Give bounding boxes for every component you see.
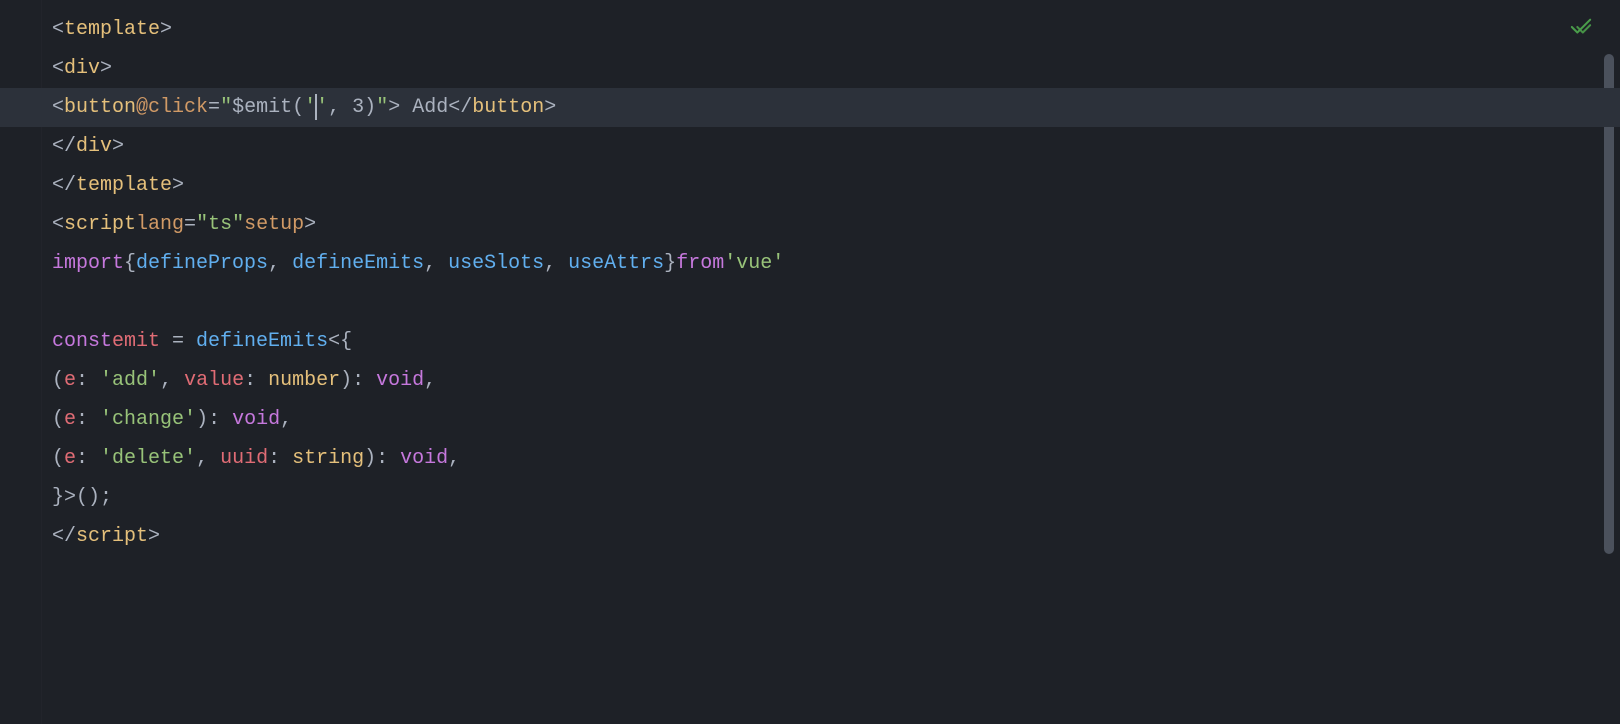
code-area[interactable]: <template> <div> <button @click="$emit('… bbox=[52, 10, 1600, 556]
vertical-scrollbar[interactable] bbox=[1604, 54, 1614, 554]
code-line[interactable]: (e: 'add', value: number): void, bbox=[52, 361, 1600, 400]
code-editor[interactable]: <template> <div> <button @click="$emit('… bbox=[0, 0, 1620, 724]
code-line[interactable]: </script> bbox=[52, 517, 1600, 556]
code-line[interactable]: <div> bbox=[52, 49, 1600, 88]
text-cursor bbox=[315, 94, 317, 120]
code-line[interactable]: </div> bbox=[52, 127, 1600, 166]
code-line[interactable]: }>(); bbox=[52, 478, 1600, 517]
code-line[interactable]: </template> bbox=[52, 166, 1600, 205]
code-line[interactable]: import {defineProps, defineEmits, useSlo… bbox=[52, 244, 1600, 283]
code-line[interactable]: const emit = defineEmits<{ bbox=[52, 322, 1600, 361]
code-line[interactable]: (e: 'delete', uuid: string): void, bbox=[52, 439, 1600, 478]
code-line-blank[interactable] bbox=[52, 283, 1600, 322]
code-line[interactable]: (e: 'change'): void, bbox=[52, 400, 1600, 439]
code-line[interactable]: <template> bbox=[52, 10, 1600, 49]
code-line[interactable]: <script lang="ts" setup> bbox=[52, 205, 1600, 244]
code-line-current[interactable]: <button @click="$emit('', 3)"> Add</butt… bbox=[0, 88, 1620, 127]
